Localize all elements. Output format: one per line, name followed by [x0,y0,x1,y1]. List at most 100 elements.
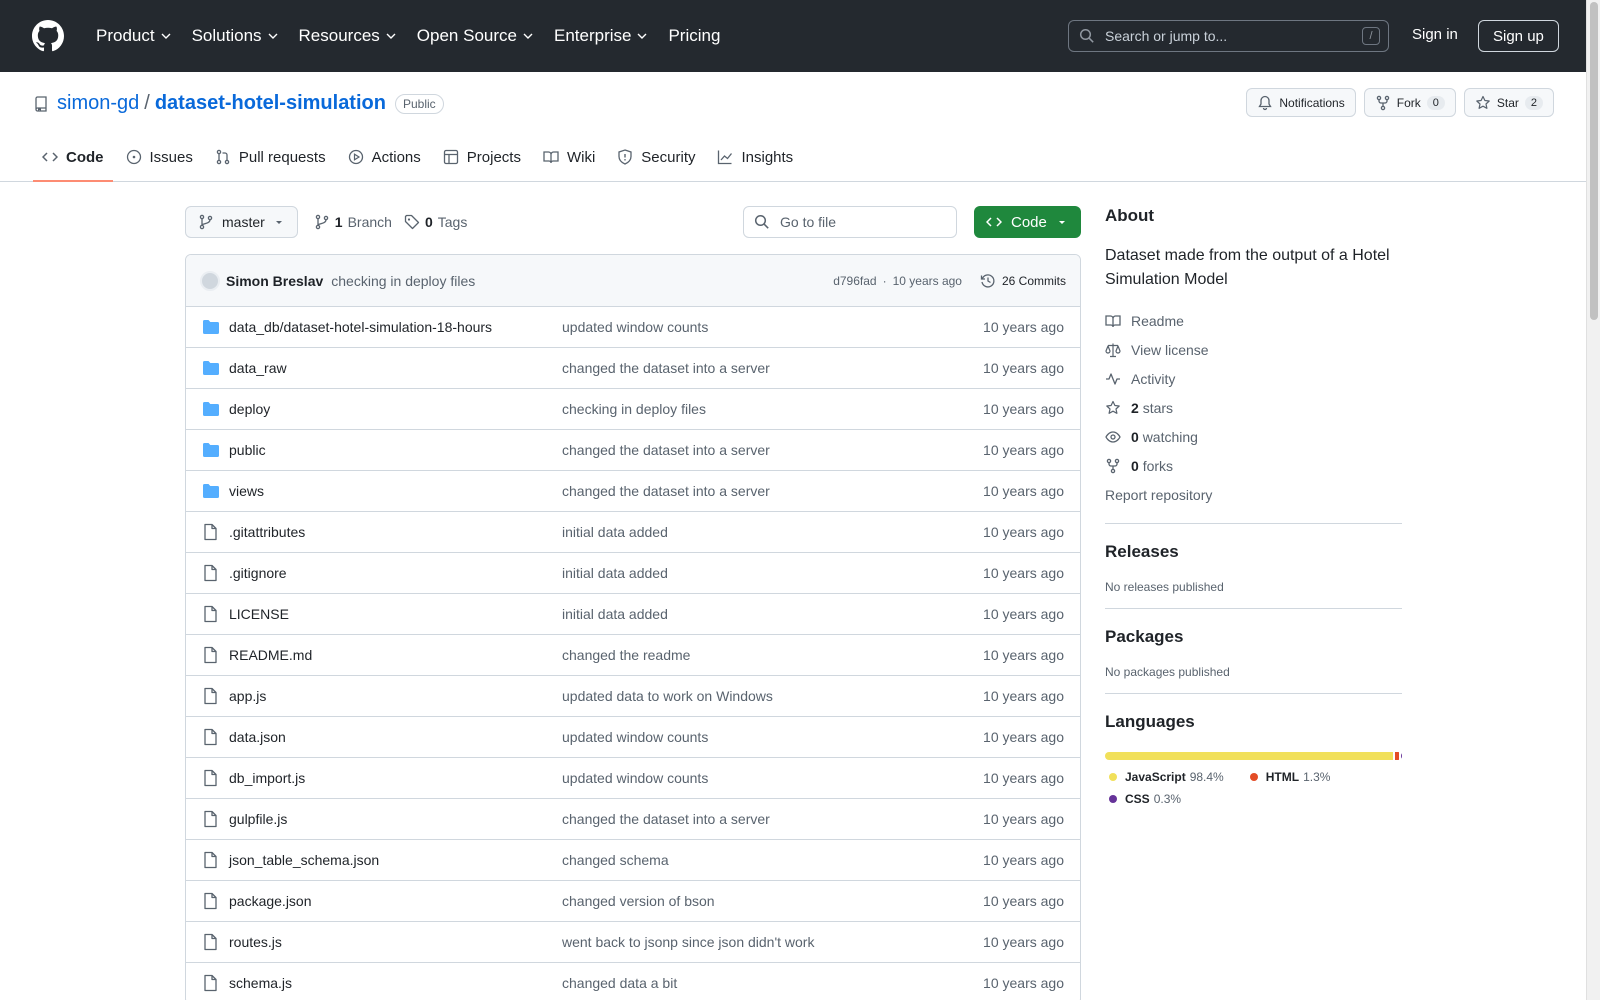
notifications-button[interactable]: Notifications [1246,88,1356,117]
tab-insights[interactable]: Insights [708,134,802,180]
file-name-link[interactable]: gulpfile.js [229,811,562,827]
file-name-link[interactable]: db_import.js [229,770,562,786]
file-commit-message-link[interactable]: updated window counts [562,770,983,786]
readme-link[interactable]: Readme [1105,306,1402,335]
file-commit-message-link[interactable]: changed the dataset into a server [562,360,983,376]
star-button[interactable]: Star 2 [1463,88,1554,117]
file-commit-message-link[interactable]: changed version of bson [562,893,983,909]
commit-message[interactable]: checking in deploy files [331,273,475,289]
table-row[interactable]: data.json updated window counts 10 years a… [186,717,1080,758]
tags-link[interactable]: 0 Tags [404,214,467,230]
activity-link[interactable]: Activity [1105,364,1402,393]
tab-code[interactable]: Code [33,134,113,182]
file-name-link[interactable]: app.js [229,688,562,704]
forks-link[interactable]: 0 forks [1105,451,1402,480]
table-row[interactable]: .gitignore initial data added 10 years ago [186,553,1080,594]
file-commit-message-link[interactable]: updated data to work on Windows [562,688,983,704]
file-name-link[interactable]: schema.js [229,975,562,991]
commit-author[interactable]: Simon Breslav [226,273,323,289]
packages-heading[interactable]: Packages [1105,627,1402,647]
table-row[interactable]: public changed the dataset into a server 1… [186,430,1080,471]
tab-pull-requests[interactable]: Pull requests [206,134,335,180]
fork-button[interactable]: Fork 0 [1363,88,1456,117]
tab-security[interactable]: Security [608,134,704,180]
table-row[interactable]: LICENSE initial data added 10 years ago [186,594,1080,635]
file-commit-message-link[interactable]: changed the dataset into a server [562,811,983,827]
readme-label: Readme [1131,312,1184,329]
repo-owner-link[interactable]: simon-gd [57,92,139,115]
file-commit-message-link[interactable]: checking in deploy files [562,401,983,417]
nav-pricing[interactable]: Pricing [658,16,730,56]
file-commit-message-link[interactable]: updated window counts [562,319,983,335]
avatar[interactable] [200,270,220,291]
branch-select[interactable]: master [185,206,298,238]
nav-enterprise[interactable]: Enterprise [544,16,658,56]
tab-projects[interactable]: Projects [434,134,530,180]
code-dropdown-button[interactable]: Code [974,206,1081,238]
file-name-link[interactable]: routes.js [229,934,562,950]
file-commit-message-link[interactable]: changed the dataset into a server [562,442,983,458]
tab-actions[interactable]: Actions [339,134,430,180]
file-name-link[interactable]: LICENSE [229,606,562,622]
go-to-file-input[interactable]: Go to file [743,206,957,238]
language-item[interactable]: JavaScript 98.4% [1105,770,1224,784]
file-name-link[interactable]: README.md [229,647,562,663]
file-commit-message-link[interactable]: changed the readme [562,647,983,663]
report-repository-link[interactable]: Report repository [1105,480,1402,509]
repo-name-link[interactable]: dataset-hotel-simulation [155,92,386,115]
language-item[interactable]: HTML 1.3% [1246,770,1330,784]
file-name-link[interactable]: public [229,442,562,458]
file-name-link[interactable]: json_table_schema.json [229,852,562,868]
table-row[interactable]: routes.js went back to jsonp since json d… [186,922,1080,963]
github-logo-icon[interactable] [32,20,64,52]
language-item[interactable]: CSS 0.3% [1105,792,1181,806]
table-row[interactable]: deploy checking in deploy files 10 years a… [186,389,1080,430]
table-row[interactable]: app.js updated data to work on Windows 10 … [186,676,1080,717]
nav-open-source[interactable]: Open Source [407,16,544,56]
file-name-link[interactable]: package.json [229,893,562,909]
file-commit-message-link[interactable]: changed data a bit [562,975,983,991]
stars-link[interactable]: 2 stars [1105,393,1402,422]
file-name-link[interactable]: .gitattributes [229,524,562,540]
file-commit-message-link[interactable]: went back to jsonp since json didn't wor… [562,934,983,950]
table-row[interactable]: db_import.js updated window counts 10 year… [186,758,1080,799]
table-row[interactable]: json_table_schema.json changed schema 10 y… [186,840,1080,881]
branches-link[interactable]: 1 Branch [314,214,392,230]
file-commit-message-link[interactable]: changed schema [562,852,983,868]
nav-product[interactable]: Product [86,16,182,56]
file-commit-message-link[interactable]: changed the dataset into a server [562,483,983,499]
packages-section: Packages No packages published [1105,608,1402,679]
commits-link[interactable]: 26 Commits [980,273,1066,289]
file-name-link[interactable]: .gitignore [229,565,562,581]
page-scrollbar[interactable] [1586,0,1600,1000]
file-name-link[interactable]: data_raw [229,360,562,376]
sign-in-link[interactable]: Sign in [1412,26,1458,43]
watchers-link[interactable]: 0 watching [1105,422,1402,451]
file-name-link[interactable]: deploy [229,401,562,417]
tab-issues[interactable]: Issues [117,134,202,180]
table-row[interactable]: package.json changed version of bson 10 ye… [186,881,1080,922]
file-name-link[interactable]: data_db/dataset-hotel-simulation-18-hour… [229,319,562,335]
file-commit-message-link[interactable]: initial data added [562,606,983,622]
table-row[interactable]: data_db/dataset-hotel-simulation-18-hour… [186,307,1080,348]
scrollbar-thumb[interactable] [1590,2,1598,320]
sign-up-button[interactable]: Sign up [1478,20,1559,52]
file-commit-message-link[interactable]: initial data added [562,524,983,540]
nav-resources[interactable]: Resources [289,16,407,56]
search-input[interactable]: Search or jump to... / [1068,20,1389,52]
file-commit-message-link[interactable]: updated window counts [562,729,983,745]
commit-hash[interactable]: d796fad [833,274,876,288]
nav-solutions[interactable]: Solutions [182,16,289,56]
table-row[interactable]: views changed the dataset into a server 10… [186,471,1080,512]
tab-wiki[interactable]: Wiki [534,134,604,180]
table-row[interactable]: gulpfile.js changed the dataset into a se… [186,799,1080,840]
license-link[interactable]: View license [1105,335,1402,364]
table-row[interactable]: .gitattributes initial data added 10 years… [186,512,1080,553]
table-row[interactable]: data_raw changed the dataset into a serve… [186,348,1080,389]
file-name-link[interactable]: views [229,483,562,499]
table-row[interactable]: schema.js changed data a bit 10 years ago [186,963,1080,1000]
file-commit-message-link[interactable]: initial data added [562,565,983,581]
table-row[interactable]: README.md changed the readme 10 years ago [186,635,1080,676]
file-name-link[interactable]: data.json [229,729,562,745]
releases-heading[interactable]: Releases [1105,542,1402,562]
